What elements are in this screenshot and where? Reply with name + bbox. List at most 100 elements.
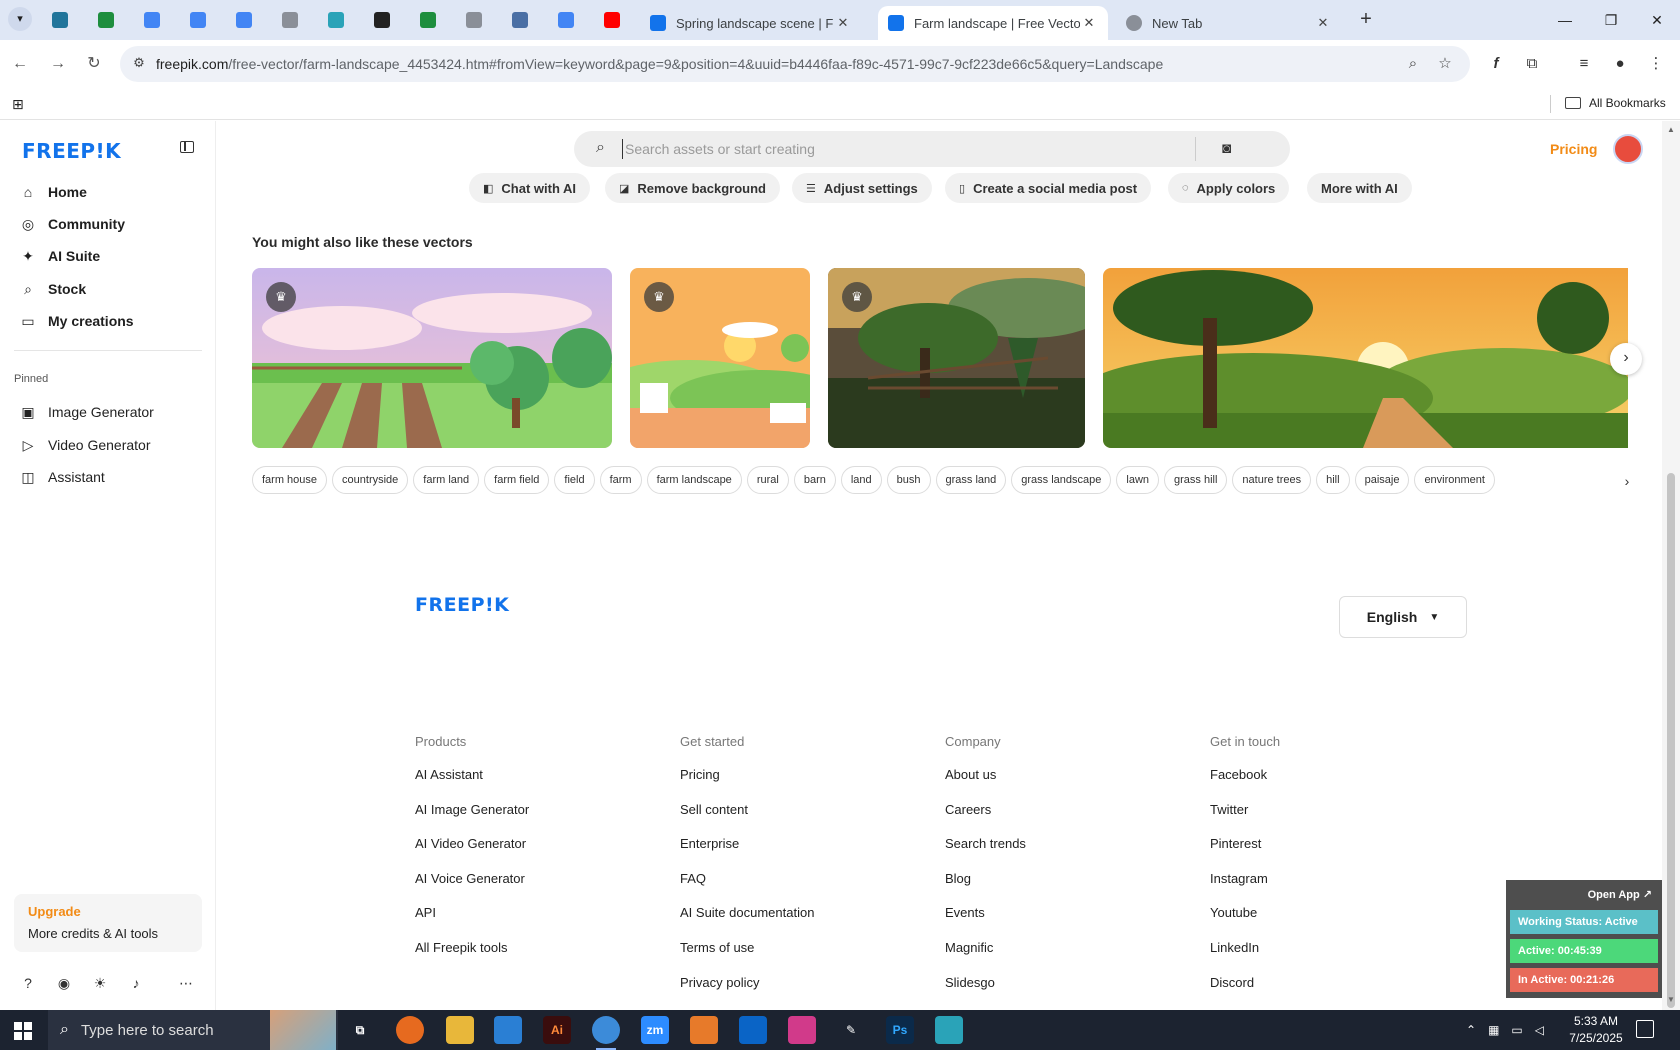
- sidebar-item-assistant[interactable]: ◫ Assistant: [20, 465, 104, 489]
- chrome-icon[interactable]: [592, 1016, 620, 1050]
- chrome-menu-icon[interactable]: ⋮: [1644, 52, 1668, 76]
- footer-link[interactable]: AI Assistant: [415, 758, 655, 793]
- taskbar-search[interactable]: ⌕ Type here to search: [48, 1010, 338, 1050]
- window-close-button[interactable]: ✕: [1634, 6, 1680, 34]
- footer-link[interactable]: Pinterest: [1210, 827, 1450, 862]
- tag-chip[interactable]: barn: [793, 466, 836, 494]
- discord-icon[interactable]: ◉: [54, 973, 74, 993]
- footer-link[interactable]: Instagram: [1210, 862, 1450, 897]
- zoom-icon[interactable]: zm: [641, 1016, 669, 1044]
- tag-chip[interactable]: field: [554, 466, 595, 494]
- vscode-icon[interactable]: [494, 1016, 522, 1044]
- footer-link[interactable]: Slidesgo: [945, 966, 1185, 1001]
- sidebar-item-video-generator[interactable]: ▷ Video Generator: [20, 433, 151, 457]
- profile-icon[interactable]: ●: [1608, 52, 1632, 76]
- pen-tool-icon[interactable]: ✎: [837, 1016, 865, 1044]
- camera-icon[interactable]: ◙: [1222, 140, 1231, 157]
- theme-toggle-icon[interactable]: ☀: [90, 973, 110, 993]
- tag-chip[interactable]: rural: [746, 466, 789, 494]
- tab-spring-landscape[interactable]: Spring landscape scene | Free V ✕: [640, 6, 862, 40]
- apply-colors-button[interactable]: ◌ Apply colors: [1168, 173, 1290, 203]
- media-control-icon[interactable]: ≡: [1572, 52, 1596, 76]
- tag-chip[interactable]: grass hill: [1164, 466, 1228, 494]
- tag-chip[interactable]: hill: [1316, 466, 1350, 494]
- tag-chip[interactable]: nature trees: [1232, 466, 1312, 494]
- tab-search-button[interactable]: ▾: [8, 7, 32, 31]
- pinned-tab[interactable]: [232, 8, 256, 32]
- tag-chip[interactable]: farm land: [413, 466, 480, 494]
- footer-link[interactable]: Twitter: [1210, 793, 1450, 828]
- volume-icon[interactable]: ◁: [1535, 1023, 1544, 1037]
- notification-icon[interactable]: [1636, 1020, 1654, 1038]
- tag-chip[interactable]: paisaje: [1354, 466, 1410, 494]
- sidebar-item-ai-suite[interactable]: ✦ AI Suite: [20, 244, 100, 268]
- tag-chip[interactable]: farm house: [252, 466, 328, 494]
- sidebar-item-home[interactable]: ⌂ Home: [20, 180, 87, 204]
- apps-grid-icon[interactable]: ⊞: [12, 96, 24, 113]
- pinned-tab[interactable]: [324, 8, 348, 32]
- all-bookmarks-button[interactable]: All Bookmarks: [1565, 96, 1666, 110]
- zoom-icon[interactable]: ⌕: [1404, 55, 1422, 73]
- back-button[interactable]: ←: [8, 52, 32, 76]
- app-icon[interactable]: [935, 1016, 963, 1044]
- chat-with-ai-button[interactable]: ◧ Chat with AI: [469, 173, 591, 203]
- xampp-icon[interactable]: [690, 1016, 718, 1044]
- tag-chip[interactable]: bush: [886, 466, 931, 494]
- task-view-icon[interactable]: ⧉: [346, 1016, 374, 1044]
- help-icon[interactable]: ?: [18, 973, 38, 993]
- close-icon[interactable]: ✕: [1314, 15, 1332, 31]
- pinned-tab[interactable]: [600, 8, 624, 32]
- footer-freepik-logo[interactable]: FREEP!K: [415, 594, 509, 616]
- tag-chip[interactable]: land: [840, 466, 882, 494]
- network-icon[interactable]: ▦: [1488, 1023, 1499, 1037]
- display-icon[interactable]: ▭: [1511, 1023, 1522, 1037]
- sidebar-item-image-generator[interactable]: ▣ Image Generator: [20, 400, 153, 424]
- tag-chip[interactable]: grass landscape: [1011, 466, 1112, 494]
- maximize-button[interactable]: ❐: [1588, 6, 1634, 34]
- footer-link[interactable]: Youtube: [1210, 896, 1450, 931]
- taskbar-clock[interactable]: 5:33 AM 7/25/2025: [1566, 1013, 1626, 1047]
- pinned-tab[interactable]: [186, 8, 210, 32]
- tag-chip[interactable]: lawn: [1116, 466, 1160, 494]
- tags-next-chevron-icon[interactable]: ›: [1617, 471, 1637, 491]
- vector-thumbnail[interactable]: [1103, 268, 1628, 448]
- minimize-button[interactable]: —: [1542, 6, 1588, 34]
- tag-chip[interactable]: countryside: [332, 466, 409, 494]
- scroll-down-arrow-icon[interactable]: ▼: [1667, 995, 1675, 1004]
- footer-link[interactable]: LinkedIn: [1210, 931, 1450, 966]
- footer-link[interactable]: Events: [945, 896, 1185, 931]
- vector-thumbnail[interactable]: ♛: [630, 268, 810, 448]
- vector-thumbnail[interactable]: ♛: [828, 268, 1085, 448]
- pinned-tab[interactable]: [278, 8, 302, 32]
- pinned-tab[interactable]: [508, 8, 532, 32]
- creative-cloud-icon[interactable]: [788, 1016, 816, 1044]
- site-info-icon[interactable]: ⚙: [130, 55, 148, 73]
- outlook-icon[interactable]: [739, 1016, 767, 1044]
- footer-link[interactable]: Terms of use: [680, 931, 920, 966]
- footer-link[interactable]: About us: [945, 758, 1185, 793]
- pinned-tab[interactable]: [554, 8, 578, 32]
- search-input[interactable]: [622, 139, 1182, 159]
- sidebar-item-stock[interactable]: ⌕ Stock: [20, 277, 86, 301]
- file-explorer-icon[interactable]: [446, 1016, 474, 1044]
- open-app-button[interactable]: Open App ↗: [1588, 888, 1652, 901]
- footer-link[interactable]: AI Voice Generator: [415, 862, 655, 897]
- pinned-tab[interactable]: [370, 8, 394, 32]
- forward-button[interactable]: →: [46, 52, 70, 76]
- extensions-puzzle-icon[interactable]: ⧉: [1520, 52, 1544, 76]
- footer-link[interactable]: Enterprise: [680, 827, 920, 862]
- photoshop-icon[interactable]: Ps: [886, 1016, 914, 1044]
- footer-link[interactable]: Blog: [945, 862, 1185, 897]
- tag-chip[interactable]: farm field: [484, 466, 550, 494]
- footer-link[interactable]: FAQ: [680, 862, 920, 897]
- illustrator-icon[interactable]: Ai: [543, 1016, 571, 1044]
- url-text[interactable]: freepik.com/free-vector/farm-landscape_4…: [156, 56, 1163, 72]
- upgrade-card[interactable]: Upgrade More credits & AI tools: [14, 894, 202, 952]
- footer-link[interactable]: API: [415, 896, 655, 931]
- remove-background-button[interactable]: ◪ Remove background: [605, 173, 780, 203]
- footer-link[interactable]: Sell content: [680, 793, 920, 828]
- pinned-tab[interactable]: [140, 8, 164, 32]
- pinned-tab[interactable]: [462, 8, 486, 32]
- tag-chip[interactable]: farm landscape: [646, 466, 742, 494]
- carousel-next-button[interactable]: ›: [1610, 343, 1642, 375]
